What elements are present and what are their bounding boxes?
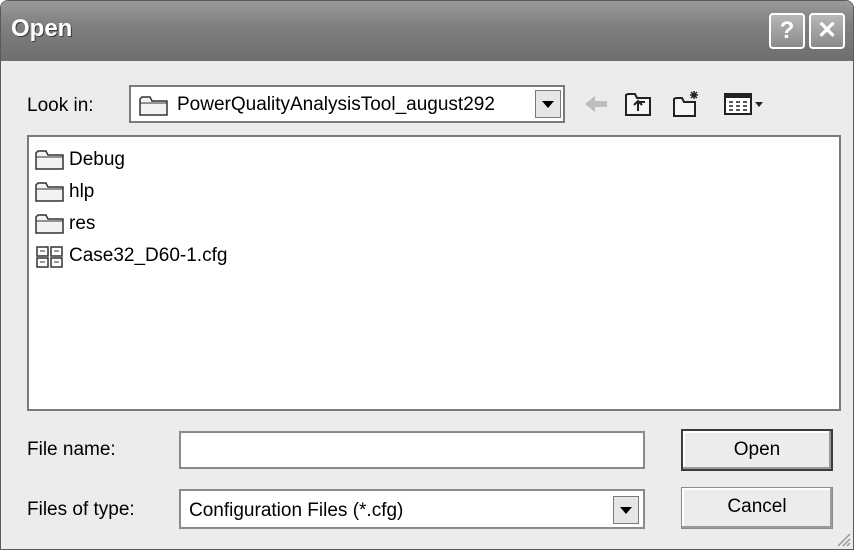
open-button[interactable]: Open bbox=[681, 429, 833, 471]
help-icon: ? bbox=[779, 17, 795, 44]
resize-grip-icon[interactable] bbox=[835, 531, 851, 547]
folder-icon bbox=[35, 150, 64, 170]
file-list[interactable]: Debug hlp res Case32_D60-1.cfg bbox=[27, 135, 841, 411]
look-in-value: PowerQualityAnalysisTool_august292 bbox=[177, 94, 495, 115]
file-name: Debug bbox=[69, 149, 125, 170]
folder-icon bbox=[35, 214, 64, 234]
open-dialog: Open ? ✕ Look in: PowerQualityAnalysisTo… bbox=[0, 0, 854, 550]
file-name: hlp bbox=[69, 181, 95, 202]
file-type-value: Configuration Files (*.cfg) bbox=[189, 500, 404, 521]
cfg-file-icon bbox=[36, 246, 63, 268]
dialog-title: Open bbox=[11, 15, 73, 42]
chevron-down-icon bbox=[620, 507, 632, 514]
close-icon: ✕ bbox=[816, 17, 838, 44]
up-folder-icon[interactable] bbox=[623, 89, 653, 119]
look-in-label: Look in: bbox=[27, 95, 94, 116]
file-name: Case32_D60-1.cfg bbox=[69, 245, 228, 266]
file-type-dropdown-button[interactable] bbox=[613, 496, 639, 524]
title-bar[interactable]: Open ? ✕ bbox=[1, 1, 853, 61]
back-arrow-icon[interactable] bbox=[581, 89, 611, 119]
close-button[interactable]: ✕ bbox=[809, 13, 845, 49]
file-type-label: Files of type: bbox=[27, 499, 135, 520]
help-button[interactable]: ? bbox=[769, 13, 805, 49]
view-menu-icon[interactable] bbox=[723, 89, 767, 119]
file-name-input[interactable] bbox=[179, 431, 645, 469]
folder-icon bbox=[35, 182, 64, 202]
file-type-dropdown[interactable]: Configuration Files (*.cfg) bbox=[179, 489, 645, 529]
cancel-button[interactable]: Cancel bbox=[681, 487, 833, 529]
new-folder-icon[interactable] bbox=[671, 89, 701, 119]
file-name: res bbox=[69, 213, 96, 234]
look-in-dropdown[interactable]: PowerQualityAnalysisTool_august292 bbox=[129, 85, 565, 123]
file-name-label: File name: bbox=[27, 439, 116, 460]
chevron-down-icon bbox=[542, 101, 554, 108]
look-in-dropdown-button[interactable] bbox=[535, 90, 561, 118]
folder-icon bbox=[139, 96, 168, 116]
